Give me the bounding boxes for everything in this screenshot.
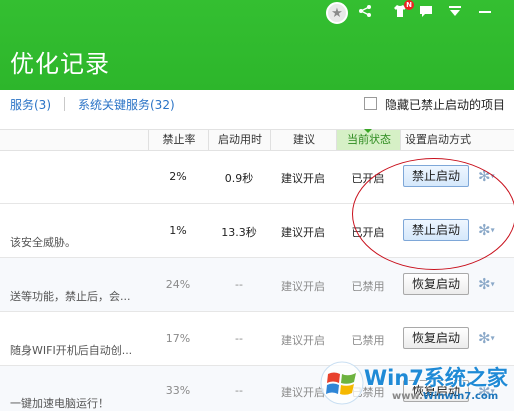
page-title: 优化记录 [10, 50, 110, 78]
sort-indicator-icon [364, 129, 372, 133]
gear-dropdown-icon[interactable]: ✻▾ [478, 276, 500, 292]
row-startup-time: -- [235, 384, 243, 397]
watermark-url-prefix: www. [392, 391, 423, 402]
row-startup-time: -- [235, 332, 243, 345]
row-disable-rate: 33% [165, 384, 191, 397]
row-startup-time: 0.9秒 [224, 172, 254, 185]
tab-bar: 服务(3) 系统关键服务(32) 隐藏已禁止启动的项目 [0, 90, 514, 120]
restore-startup-button[interactable]: 恢复启动 [403, 273, 469, 295]
column-set-startup-mode: 设置启动方式 [400, 130, 514, 150]
column-startup-time[interactable]: 启动用时 [208, 130, 271, 150]
row-description: 送等功能，禁止后，会... [10, 290, 131, 303]
row-disable-rate: 17% [165, 332, 191, 345]
watermark-url: www.Winwin7.com [392, 391, 498, 402]
row-startup-time: 13.3秒 [221, 226, 257, 239]
row-description: 随身WIFI开机后自动创... [10, 344, 133, 357]
disable-startup-button[interactable]: 禁止启动 [403, 165, 469, 187]
row-status: 已开启 [351, 226, 385, 239]
message-icon[interactable] [418, 2, 434, 20]
user-badge-icon[interactable]: ★ [326, 2, 348, 24]
dropdown-icon[interactable] [447, 2, 463, 20]
row-disable-rate: 2% [169, 170, 187, 183]
table-row: 该安全威胁。 1% 13.3秒 建议开启 已开启 禁止启动 ✻▾ [0, 204, 514, 258]
row-suggestion: 建议开启 [281, 226, 325, 239]
row-disable-rate: 1% [169, 224, 187, 237]
row-status: 已开启 [351, 172, 385, 185]
row-suggestion: 建议开启 [281, 280, 325, 293]
row-suggestion: 建议开启 [281, 334, 325, 347]
hide-disabled-checkbox[interactable] [364, 97, 377, 110]
watermark-url-main: Winwin7.com [422, 391, 499, 402]
row-suggestion: 建议开启 [281, 172, 325, 185]
hide-disabled-label: 隐藏已禁止启动的项目 [385, 98, 506, 112]
gear-dropdown-icon[interactable]: ✻▾ [478, 222, 500, 238]
watermark-brand: Win7系统之家 [364, 366, 508, 390]
notification-badge: N [404, 0, 414, 10]
table-row: 送等功能，禁止后，会... 24% -- 建议开启 已禁用 恢复启动 ✻▾ [0, 258, 514, 312]
table-header: 禁止率 启动用时 建议 当前状态 设置启动方式 [0, 129, 514, 151]
row-description: 该安全威胁。 [10, 236, 76, 249]
minimize-icon[interactable] [477, 2, 493, 20]
restore-startup-button[interactable]: 恢复启动 [403, 327, 469, 349]
row-description: 一键加速电脑运行！ [10, 397, 109, 410]
column-current-status[interactable]: 当前状态 [336, 130, 401, 150]
table-row: 随身WIFI开机后自动创... 17% -- 建议开启 已禁用 恢复启动 ✻▾ [0, 312, 514, 366]
gear-dropdown-icon[interactable]: ✻▾ [478, 330, 500, 346]
tab-services[interactable]: 服务(3) [10, 96, 51, 113]
row-status: 已禁用 [351, 280, 385, 293]
gear-dropdown-icon[interactable]: ✻▾ [478, 168, 500, 184]
table-row: 2% 0.9秒 建议开启 已开启 禁止启动 ✻▾ [0, 150, 514, 204]
row-status: 已禁用 [351, 334, 385, 347]
row-disable-rate: 24% [165, 278, 191, 291]
column-disable-rate[interactable]: 禁止率 [148, 130, 209, 150]
title-bar: ★ N 优化记录 [0, 0, 514, 90]
share-icon[interactable] [357, 2, 373, 20]
column-suggestion[interactable]: 建议 [270, 130, 337, 150]
windows-logo-icon [320, 361, 364, 405]
tab-system-key-services[interactable]: 系统关键服务(32) [78, 96, 175, 113]
disable-startup-button[interactable]: 禁止启动 [403, 219, 469, 241]
row-startup-time: -- [235, 278, 243, 291]
tab-divider [64, 97, 65, 111]
